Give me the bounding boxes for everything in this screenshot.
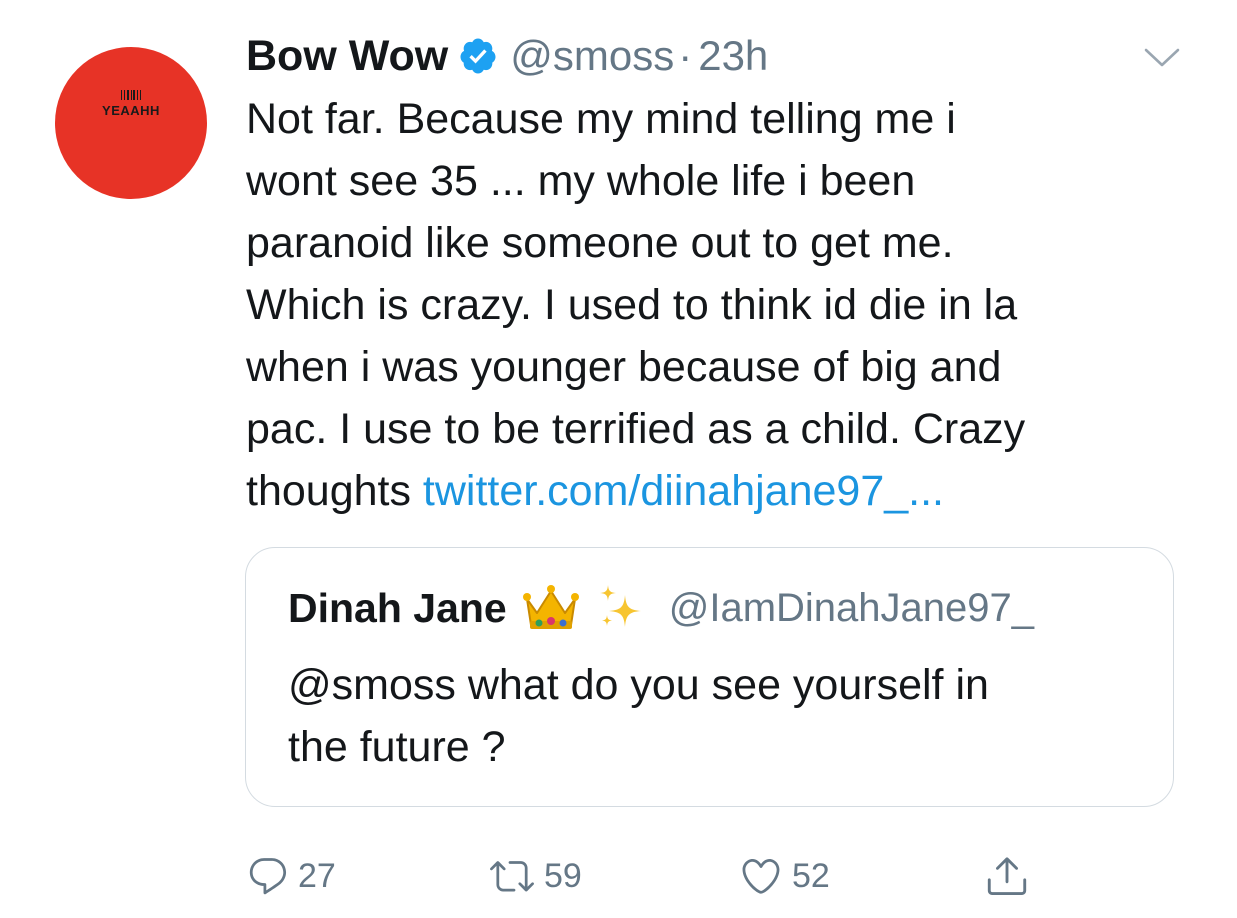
tweet-actions: 27 59 52 <box>0 848 1237 904</box>
avatar-logo-text: YEAAHH <box>102 103 160 118</box>
sparkles-icon <box>595 581 649 635</box>
reply-count: 27 <box>298 856 336 895</box>
tweet-text-line: wont see 35 ... my whole life i been <box>246 157 916 205</box>
user-handle[interactable]: @smoss <box>510 32 674 80</box>
avatar[interactable]: YEAAHH <box>55 47 207 199</box>
tweet-text-last: thoughts <box>246 467 411 515</box>
tweet-header: Bow Wow @smoss · 23h <box>246 28 768 84</box>
quoted-text-line: @smoss what do you see yourself in <box>288 661 989 709</box>
retweet-count: 59 <box>544 856 582 895</box>
tweet-timestamp[interactable]: 23h <box>698 32 768 80</box>
reply-icon <box>246 854 290 898</box>
reply-button[interactable]: 27 <box>246 848 336 904</box>
share-button[interactable] <box>984 848 1030 904</box>
chevron-down-icon[interactable] <box>1142 44 1182 72</box>
retweet-icon <box>488 854 536 898</box>
tweet-text-line: Not far. Because my mind telling me i <box>246 95 956 143</box>
quoted-tweet-text: @smoss what do you see yourself in the f… <box>288 654 1148 778</box>
like-count: 52 <box>792 856 830 895</box>
tweet-text: Not far. Because my mind telling me i wo… <box>246 88 1206 522</box>
quoted-text-line: the future ? <box>288 723 506 771</box>
crown-icon <box>521 583 581 633</box>
tweet-link[interactable]: twitter.com/diinahjane97_... <box>423 467 944 515</box>
share-icon <box>984 853 1030 899</box>
quoted-tweet-header: Dinah Jane @IamDinahJane97_ <box>288 580 1034 636</box>
quoted-display-name: Dinah Jane <box>288 584 507 631</box>
retweet-button[interactable]: 59 <box>488 848 582 904</box>
verified-badge-icon <box>458 36 498 76</box>
separator-dot: · <box>678 32 693 79</box>
tweet-text-line: Which is crazy. I used to think id die i… <box>246 281 1018 329</box>
tweet-text-line: pac. I use to be terrified as a child. C… <box>246 405 1026 453</box>
like-button[interactable]: 52 <box>738 848 830 904</box>
quoted-user-handle: @IamDinahJane97_ <box>668 585 1035 630</box>
quoted-tweet-card[interactable]: Dinah Jane @IamDinahJane97_ @smoss what <box>245 547 1174 807</box>
tweet-text-line: thoughts twitter.com/diinahjane97_... <box>246 460 1206 522</box>
like-icon <box>738 854 784 898</box>
display-name[interactable]: Bow Wow <box>246 32 448 81</box>
tweet-text-line: when i was younger because of big and <box>246 343 1002 391</box>
barcode-icon <box>121 90 142 100</box>
tweet-text-line: paranoid like someone out to get me. <box>246 219 954 267</box>
